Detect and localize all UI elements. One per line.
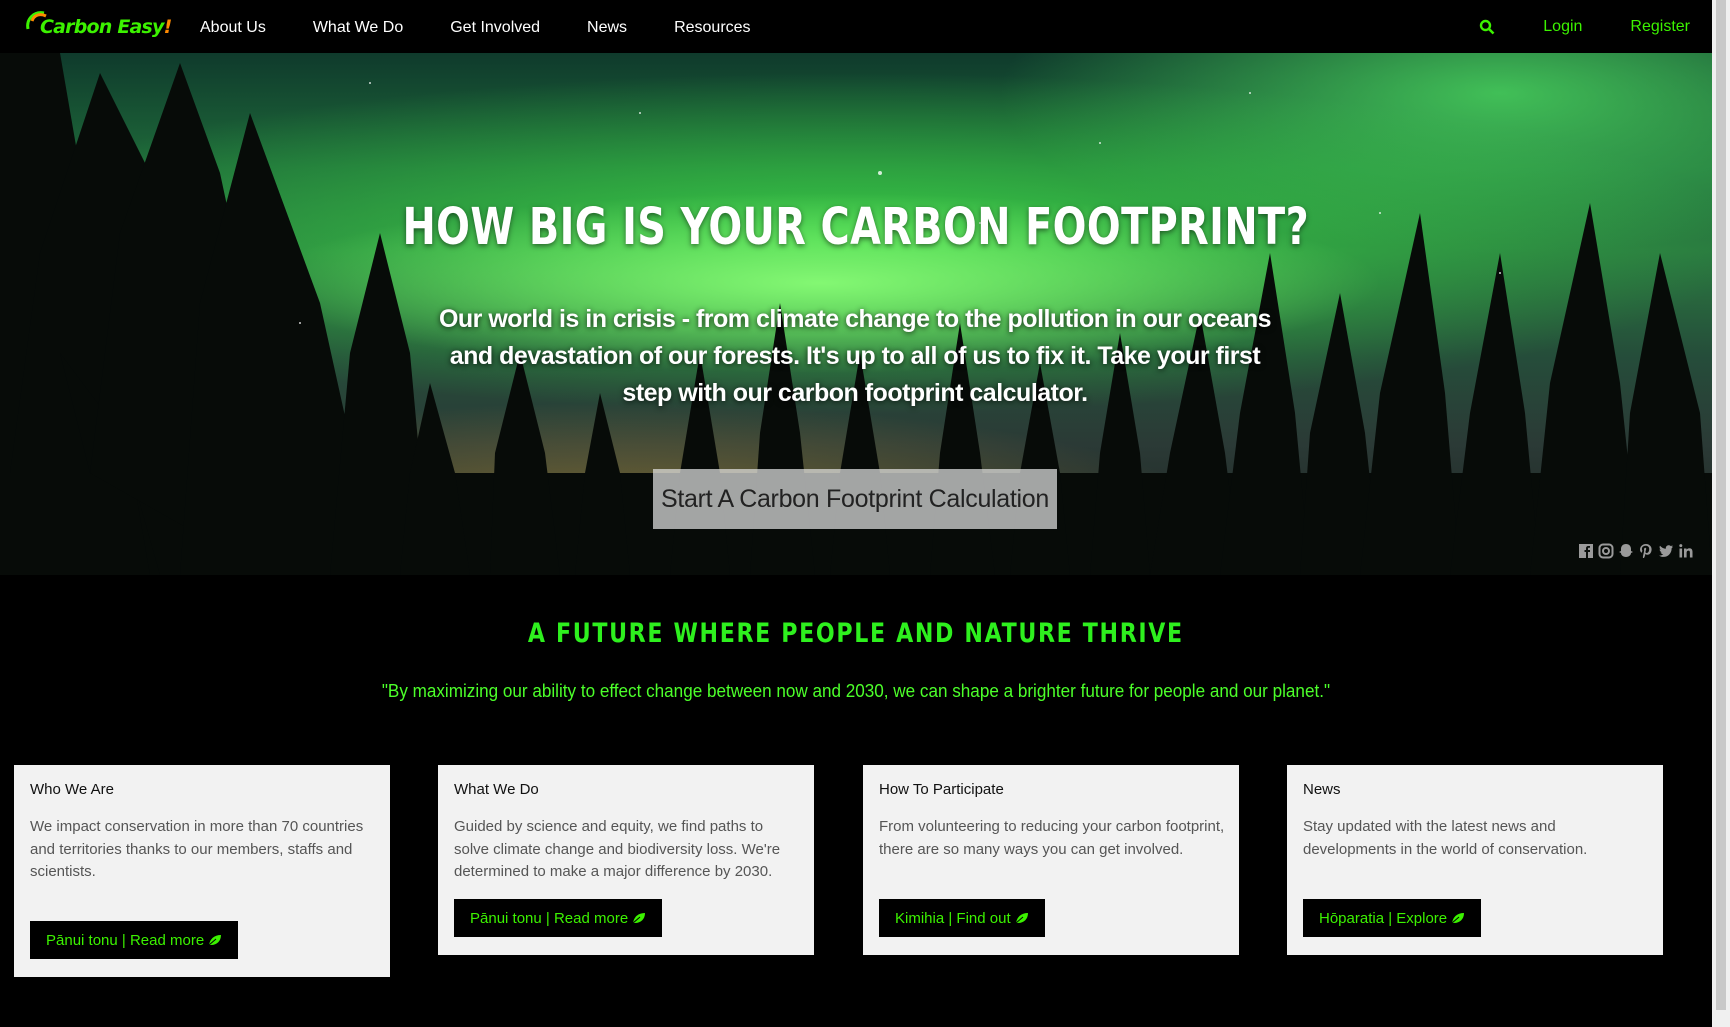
facebook-icon[interactable] [1578, 543, 1594, 559]
nav-what-we-do[interactable]: What We Do [313, 0, 403, 53]
button-label: Pānui tonu | Read more [46, 931, 205, 949]
social-links [1578, 543, 1694, 559]
hero-banner: HOW BIG IS YOUR CARBON FOOTPRINT? Our wo… [0, 53, 1712, 575]
button-label: Pānui tonu | Read more [470, 909, 629, 927]
nav-about-us[interactable]: About Us [200, 0, 266, 53]
snapchat-icon[interactable] [1618, 543, 1634, 559]
card-what-we-do: What We Do Guided by science and equity,… [438, 765, 814, 955]
leaf-icon [1451, 913, 1465, 924]
button-label: Hōparatia | Explore [1319, 909, 1448, 927]
nav-resources[interactable]: Resources [674, 0, 750, 53]
card-news: News Stay updated with the latest news a… [1287, 765, 1663, 955]
main-nav: About Us What We Do Get Involved News Re… [200, 0, 798, 53]
start-calculation-button[interactable]: Start A Carbon Footprint Calculation [653, 469, 1057, 529]
card-text: We impact conservation in more than 70 c… [30, 818, 364, 880]
card-title: Who We Are [30, 781, 114, 798]
brand-logo[interactable]: Carbon Easy! [24, 7, 172, 45]
leaf-icon [1015, 913, 1028, 924]
register-link[interactable]: Register [1630, 18, 1690, 36]
nav-actions: Login Register [1479, 0, 1690, 53]
vertical-scrollbar[interactable] [1712, 0, 1730, 1027]
login-link[interactable]: Login [1543, 18, 1582, 36]
read-more-button[interactable]: Pānui tonu | Read more [30, 921, 239, 959]
brand-name: Carbon Easy! [40, 16, 172, 38]
card-title: How To Participate [879, 781, 1004, 798]
card-title: News [1303, 781, 1341, 798]
linkedin-icon[interactable] [1678, 543, 1694, 559]
card-text: From volunteering to reducing your carbo… [879, 818, 1225, 858]
card-title: What We Do [454, 781, 539, 798]
card-how-to-participate: How To Participate From volunteering to … [863, 765, 1239, 955]
pinterest-icon[interactable] [1638, 543, 1654, 559]
mission-title: A FUTURE WHERE PEOPLE AND NATURE THRIVE [527, 618, 1184, 649]
explore-button[interactable]: Hōparatia | Explore [1303, 899, 1482, 937]
card-text: Guided by science and equity, we find pa… [454, 818, 781, 880]
search-icon[interactable] [1479, 19, 1495, 35]
scrollbar-thumb[interactable] [1716, 0, 1726, 1010]
top-navbar: Carbon Easy! About Us What We Do Get Inv… [0, 0, 1712, 53]
card-who-we-are: Who We Are We impact conservation in mor… [14, 765, 390, 977]
mission-quote: "By maximizing our ability to effect cha… [381, 681, 1331, 701]
instagram-icon[interactable] [1598, 543, 1614, 559]
hero-description: Our world is in crisis - from climate ch… [438, 305, 1272, 407]
nav-news[interactable]: News [587, 0, 627, 53]
leaf-icon [632, 913, 646, 924]
find-out-button[interactable]: Kimihia | Find out [879, 899, 1045, 937]
twitter-icon[interactable] [1658, 543, 1674, 559]
leaf-icon [208, 935, 222, 946]
card-text: Stay updated with the latest news and de… [1303, 818, 1588, 858]
hero-title: HOW BIG IS YOUR CARBON FOOTPRINT? [402, 198, 1310, 257]
read-more-button[interactable]: Pānui tonu | Read more [454, 899, 663, 937]
button-label: Kimihia | Find out [895, 909, 1011, 927]
nav-get-involved[interactable]: Get Involved [450, 0, 540, 53]
